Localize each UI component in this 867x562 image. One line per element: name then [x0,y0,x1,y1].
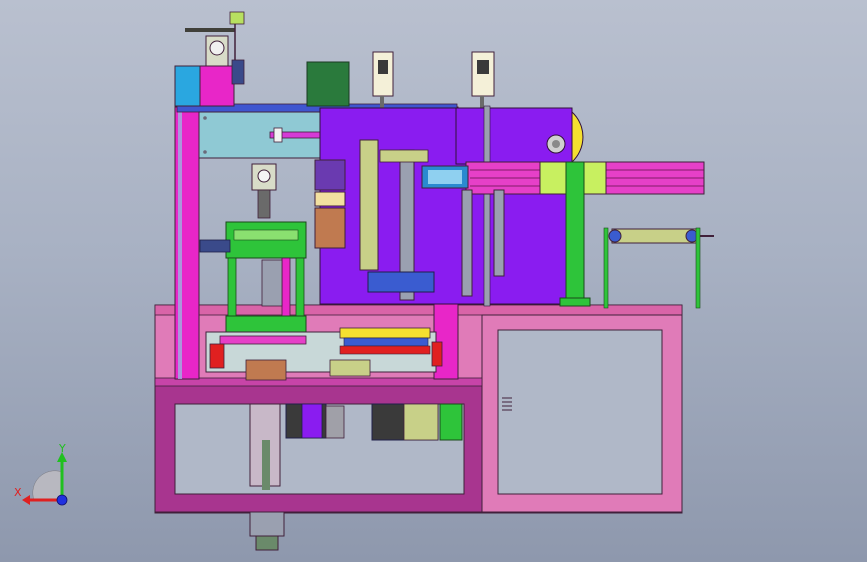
top-left-motor[interactable] [174,11,245,107]
brown-blocks[interactable] [314,159,346,249]
middle-frame[interactable] [225,257,307,333]
side-roller[interactable] [603,227,714,309]
conveyor[interactable] [205,327,443,381]
cad-viewport[interactable]: Y X [0,0,867,562]
axis-label-y: Y [59,442,66,455]
sensor-left[interactable] [372,51,394,108]
machine-assembly-model[interactable] [0,0,867,562]
coordinate-triad [22,452,68,506]
control-box[interactable] [306,61,350,107]
axis-label-x: X [14,486,22,499]
purple-block[interactable] [319,105,584,307]
gripper-head[interactable] [199,163,307,259]
sensor-right[interactable] [471,51,495,108]
